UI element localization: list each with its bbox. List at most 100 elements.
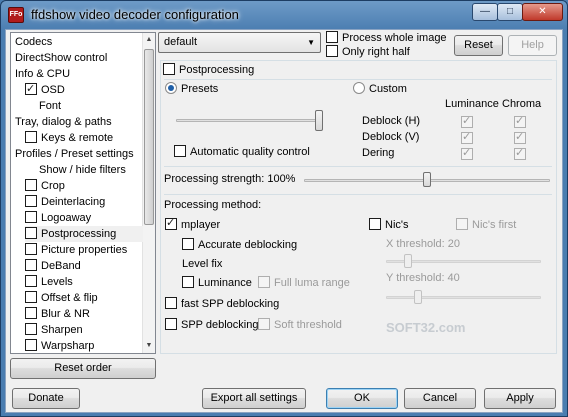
y-threshold-label: Y threshold: 40	[386, 272, 460, 284]
export-all-settings-button[interactable]: Export all settings	[202, 388, 306, 409]
reset-order-button[interactable]: Reset order	[10, 358, 156, 379]
tree-item[interactable]: Codecs	[15, 34, 143, 50]
preset-select[interactable]: default ▼	[158, 32, 321, 53]
nics-checkbox[interactable]: Nic's	[369, 218, 409, 232]
tree-item-checkbox[interactable]	[25, 227, 37, 239]
luminance-levelfix-label: Luminance	[198, 277, 252, 289]
tree-item[interactable]: Info & CPU	[15, 66, 143, 82]
scroll-down-icon[interactable]: ▼	[143, 339, 155, 353]
tree-item-checkbox[interactable]	[25, 307, 37, 319]
chroma-checkbox[interactable]	[514, 146, 526, 160]
divider	[164, 194, 552, 195]
strength-slider-thumb[interactable]	[423, 172, 431, 187]
custom-radio[interactable]: Custom	[353, 82, 407, 96]
divider	[164, 166, 552, 167]
checkbox-box	[258, 318, 270, 330]
ok-button[interactable]: OK	[326, 388, 398, 409]
tree-item[interactable]: Show / hide filters	[39, 162, 143, 178]
tree-item-label: Blur & NR	[41, 308, 90, 320]
accurate-deblocking-checkbox[interactable]: Accurate deblocking	[182, 238, 297, 252]
checkbox-box	[165, 216, 177, 230]
x-threshold-slider-thumb[interactable]	[403, 254, 412, 268]
postprocessing-enable-checkbox[interactable]: Postprocessing	[163, 63, 254, 77]
preset-slider-thumb[interactable]	[315, 110, 323, 131]
auto-quality-checkbox[interactable]: Automatic quality control	[174, 145, 310, 159]
maximize-button[interactable]: □	[497, 3, 523, 21]
luminance-checkbox[interactable]	[461, 114, 473, 128]
tree-item[interactable]: Font	[39, 98, 143, 114]
scroll-thumb[interactable]	[144, 49, 154, 225]
tree-item-checkbox[interactable]	[25, 195, 37, 207]
tree-item[interactable]: OSD	[25, 81, 143, 98]
cancel-button[interactable]: Cancel	[404, 388, 476, 409]
tree-item[interactable]: Logoaway	[25, 210, 143, 226]
tree-item[interactable]: Deinterlacing	[25, 194, 143, 210]
tree-item[interactable]: DirectShow control	[15, 50, 143, 66]
nics-first-label: Nic's first	[472, 219, 517, 231]
tree-item[interactable]: Picture properties	[25, 242, 143, 258]
tree-item[interactable]: Crop	[25, 178, 143, 194]
tree-item[interactable]: DeBand	[25, 258, 143, 274]
chroma-checkbox[interactable]	[514, 130, 526, 144]
title-bar[interactable]: FFo ffdshow video decoder configuration …	[1, 1, 567, 29]
luminance-checkbox[interactable]	[461, 146, 473, 160]
tree-item-checkbox[interactable]	[25, 179, 37, 191]
mplayer-label: mplayer	[181, 219, 221, 231]
spp-checkbox[interactable]: SPP deblocking	[165, 318, 258, 332]
tree-item[interactable]: Blur & NR	[25, 306, 143, 322]
preset-slider-track[interactable]	[176, 119, 323, 122]
tree-item[interactable]: Sharpen	[25, 322, 143, 338]
filter-tree[interactable]: ▲ ▼ Codecs DirectShow control Info & CPU OS…	[10, 32, 156, 354]
tree-item-checkbox[interactable]	[25, 243, 37, 255]
tree-item-label: Keys & remote	[41, 132, 114, 144]
tree-item-label: Logoaway	[41, 212, 92, 224]
level-fix-label: Level fix	[182, 258, 223, 270]
x-threshold-label: X threshold: 20	[386, 238, 460, 250]
process-whole-image-checkbox[interactable]: Process whole image	[326, 31, 447, 45]
minimize-button[interactable]: —	[472, 3, 498, 21]
tree-item[interactable]: Postprocessing	[25, 226, 143, 242]
tree-item-label: DirectShow control	[15, 52, 108, 64]
tree-item[interactable]: Keys & remote	[25, 130, 143, 146]
checkbox-box	[163, 63, 175, 75]
checkbox-box	[182, 276, 194, 288]
tree-item-checkbox[interactable]	[25, 323, 37, 335]
tree-item-label: Offset & flip	[41, 292, 98, 304]
y-threshold-slider-thumb[interactable]	[413, 290, 422, 304]
only-right-half-checkbox[interactable]: Only right half	[326, 45, 410, 59]
tree-item-checkbox[interactable]	[25, 291, 37, 303]
apply-button[interactable]: Apply	[484, 388, 556, 409]
tree-item-label: OSD	[41, 84, 65, 96]
fast-spp-checkbox[interactable]: fast SPP deblocking	[165, 297, 279, 311]
nics-first-checkbox[interactable]: Nic's first	[456, 218, 516, 232]
tree-item[interactable]: Tray, dialog & paths	[15, 114, 143, 130]
tree-scrollbar[interactable]: ▲ ▼	[142, 33, 155, 353]
ffdshow-app-icon: FFo	[8, 7, 24, 23]
scroll-up-icon[interactable]: ▲	[143, 33, 155, 47]
tree-item-checkbox[interactable]	[25, 339, 37, 351]
tree-item-checkbox[interactable]	[25, 275, 37, 287]
tree-item-checkbox[interactable]	[25, 259, 37, 271]
mplayer-checkbox[interactable]: mplayer	[165, 216, 221, 232]
reset-button[interactable]: Reset	[454, 35, 503, 56]
checkbox-box	[326, 31, 338, 43]
help-button[interactable]: Help	[508, 35, 557, 56]
close-button[interactable]: ✕	[522, 3, 563, 21]
luminance-checkbox[interactable]	[461, 130, 473, 144]
tree-item[interactable]: Offset & flip	[25, 290, 143, 306]
chroma-checkbox[interactable]	[514, 114, 526, 128]
tree-item-checkbox[interactable]	[25, 81, 37, 97]
watermark-logo: SOFT32.com	[386, 320, 466, 335]
tree-item[interactable]: Profiles / Preset settings	[15, 146, 143, 162]
tree-item[interactable]: Warpsharp	[25, 338, 143, 353]
tree-item-checkbox[interactable]	[25, 131, 37, 143]
full-luma-range-checkbox[interactable]: Full luma range	[258, 276, 350, 290]
tree-item-label: DeBand	[41, 260, 81, 272]
presets-radio[interactable]: Presets	[165, 82, 218, 96]
y-threshold-slider-track[interactable]	[386, 296, 541, 299]
tree-item-checkbox[interactable]	[25, 211, 37, 223]
tree-item[interactable]: Levels	[25, 274, 143, 290]
soft-threshold-checkbox[interactable]: Soft threshold	[258, 318, 342, 332]
donate-button[interactable]: Donate	[12, 388, 80, 409]
luminance-levelfix-checkbox[interactable]: Luminance	[182, 276, 252, 290]
